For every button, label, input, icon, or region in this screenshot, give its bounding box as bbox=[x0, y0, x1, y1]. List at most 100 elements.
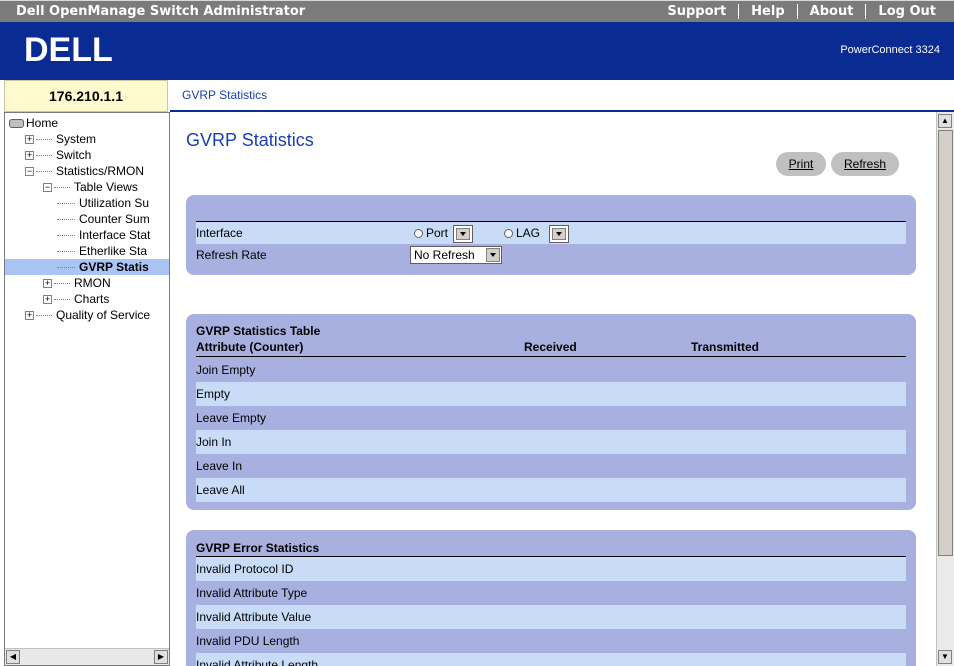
interface-panel: Interface Port LAG Refresh Rate No Refre… bbox=[186, 195, 916, 275]
tree-item-label: GVRP Statis bbox=[79, 260, 149, 274]
tree-connector bbox=[57, 235, 75, 237]
drive-icon bbox=[9, 119, 24, 129]
help-link[interactable]: Help bbox=[739, 4, 798, 19]
print-button[interactable]: Print bbox=[776, 152, 826, 176]
tree-item-label: System bbox=[56, 132, 97, 146]
support-link[interactable]: Support bbox=[655, 4, 740, 19]
tree-item-label: Utilization Su bbox=[79, 196, 150, 210]
about-link[interactable]: About bbox=[798, 4, 867, 19]
dell-logo: DELL bbox=[24, 31, 113, 67]
collapse-icon[interactable]: − bbox=[25, 167, 34, 177]
tree-item[interactable]: − Statistics/RMON bbox=[5, 163, 169, 179]
tree-item[interactable]: − Table Views bbox=[5, 179, 169, 195]
tree-item[interactable]: GVRP Statis bbox=[5, 259, 169, 275]
port-label: Port bbox=[426, 226, 449, 240]
tree-connector bbox=[54, 299, 70, 301]
tree-item-label: Home bbox=[26, 116, 59, 130]
tree-connector bbox=[36, 315, 52, 317]
lag-dropdown[interactable] bbox=[549, 224, 570, 243]
tree-item[interactable]: + System bbox=[5, 131, 169, 147]
row-label: Invalid Attribute Type bbox=[196, 586, 308, 600]
tree-item[interactable]: + RMON bbox=[5, 275, 169, 291]
error-table-title: GVRP Error Statistics bbox=[196, 541, 320, 555]
interface-row: Interface Port LAG bbox=[196, 222, 906, 244]
row-label: Empty bbox=[196, 387, 231, 401]
table-row: Invalid Protocol ID bbox=[196, 557, 906, 581]
table-row: Join Empty bbox=[196, 358, 906, 382]
tree-item-label: Table Views bbox=[74, 180, 138, 194]
expand-icon[interactable]: + bbox=[25, 311, 34, 321]
expand-icon[interactable]: + bbox=[25, 135, 34, 145]
refresh-button[interactable]: Refresh bbox=[831, 152, 899, 176]
vertical-scrollbar[interactable]: ▲ ▼ bbox=[936, 112, 954, 666]
chevron-down-icon bbox=[486, 248, 500, 262]
tree-connector bbox=[57, 251, 75, 253]
row-label: Join Empty bbox=[196, 363, 256, 377]
tree-item[interactable]: Utilization Su bbox=[5, 195, 169, 211]
row-label: Invalid Protocol ID bbox=[196, 562, 294, 576]
divider bbox=[196, 356, 906, 357]
table-row: Invalid Attribute Length bbox=[196, 653, 906, 666]
top-nav: Support Help About Log Out bbox=[655, 4, 944, 19]
breadcrumb-current: GVRP Statistics bbox=[182, 88, 268, 102]
lag-radio[interactable] bbox=[504, 229, 513, 239]
refresh-rate-row: Refresh Rate No Refresh bbox=[196, 244, 906, 266]
tree-connector bbox=[57, 203, 75, 205]
tree-item-label: Switch bbox=[56, 148, 92, 162]
scroll-thumb[interactable] bbox=[938, 130, 953, 556]
expand-icon[interactable]: + bbox=[43, 279, 52, 289]
lag-label: LAG bbox=[516, 226, 541, 240]
tree-item-label: Etherlike Sta bbox=[79, 244, 148, 258]
tree-connector bbox=[36, 139, 52, 141]
scroll-right-icon[interactable]: ▶ bbox=[154, 650, 168, 664]
row-label: Invalid Attribute Value bbox=[196, 610, 312, 624]
table-row: Empty bbox=[196, 382, 906, 406]
title-bar: Dell OpenManage Switch Administrator Sup… bbox=[0, 0, 954, 22]
scroll-down-icon[interactable]: ▼ bbox=[938, 650, 952, 664]
tree-item[interactable]: + Charts bbox=[5, 291, 169, 307]
tree-connector bbox=[57, 267, 75, 269]
tree-item[interactable]: Etherlike Sta bbox=[5, 243, 169, 259]
scroll-left-icon[interactable]: ◀ bbox=[6, 650, 20, 664]
horizontal-scrollbar[interactable]: ◀ ▶ bbox=[5, 648, 169, 665]
table-row: Invalid Attribute Type bbox=[196, 581, 906, 605]
page-title: GVRP Statistics bbox=[186, 130, 314, 150]
tree-item[interactable]: + Quality of Service bbox=[5, 307, 169, 323]
table-row: Invalid Attribute Value bbox=[196, 605, 906, 629]
expand-icon[interactable]: + bbox=[43, 295, 52, 305]
tree-item[interactable]: Counter Sum bbox=[5, 211, 169, 227]
row-label: Invalid Attribute Length bbox=[196, 658, 319, 666]
port-dropdown[interactable] bbox=[453, 224, 474, 243]
table-row: Leave All bbox=[196, 478, 906, 502]
scroll-up-icon[interactable]: ▲ bbox=[938, 114, 952, 128]
tree-connector bbox=[54, 283, 70, 285]
gvrp-error-statistics: GVRP Error Statistics Invalid Protocol I… bbox=[186, 530, 916, 666]
tree-item-label: Quality of Service bbox=[56, 308, 151, 322]
column-header-attribute: Attribute (Counter) bbox=[196, 340, 304, 354]
tree-item[interactable]: + Switch bbox=[5, 147, 169, 163]
refresh-rate-value: No Refresh bbox=[414, 248, 475, 262]
refresh-rate-select[interactable]: No Refresh bbox=[410, 246, 502, 264]
tree-connector bbox=[36, 171, 52, 173]
collapse-icon[interactable]: − bbox=[43, 183, 52, 193]
tree-connector bbox=[36, 155, 52, 157]
column-header-received: Received bbox=[524, 340, 577, 354]
tree-item-label: Counter Sum bbox=[79, 212, 150, 226]
tree-item[interactable]: Interface Stat bbox=[5, 227, 169, 243]
tree-item-label: Charts bbox=[74, 292, 110, 306]
port-option[interactable]: Port bbox=[414, 222, 474, 244]
row-label: Leave Empty bbox=[196, 411, 267, 425]
main-content: GVRP Statistics Print Refresh Interface … bbox=[170, 112, 954, 666]
tree-item[interactable]: Home bbox=[5, 115, 169, 131]
expand-icon[interactable]: + bbox=[25, 151, 34, 161]
tree-connector bbox=[57, 219, 75, 221]
port-radio[interactable] bbox=[414, 229, 423, 239]
lag-option[interactable]: LAG bbox=[504, 222, 570, 244]
table-title: GVRP Statistics Table bbox=[196, 324, 321, 338]
logout-link[interactable]: Log Out bbox=[866, 4, 944, 19]
model-name: PowerConnect 3324 bbox=[840, 44, 940, 56]
row-label: Invalid PDU Length bbox=[196, 634, 300, 648]
app-title: Dell OpenManage Switch Administrator bbox=[16, 4, 306, 19]
svg-text:DELL: DELL bbox=[24, 31, 113, 67]
navigation-tree: Home + System + Switch − Statistics/RMON − Table… bbox=[4, 112, 170, 666]
